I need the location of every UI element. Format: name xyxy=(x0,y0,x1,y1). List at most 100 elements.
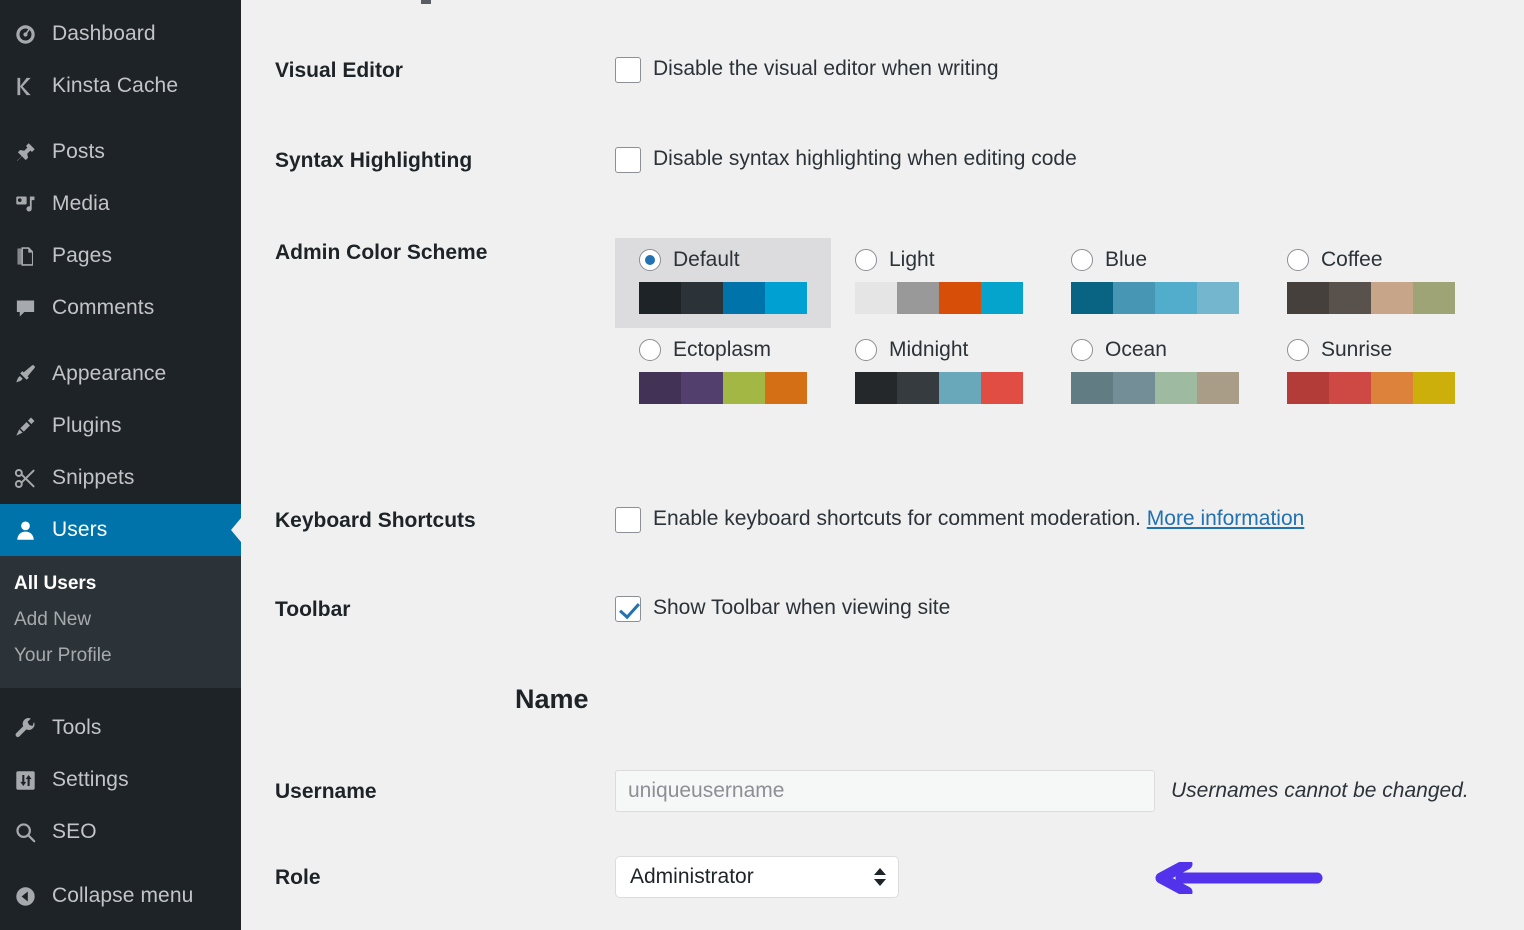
color-scheme-swatches xyxy=(1071,282,1239,314)
plug-icon xyxy=(12,413,38,439)
collapse-arrow-icon xyxy=(12,883,38,909)
color-scheme-name: Coffee xyxy=(1321,248,1383,271)
color-scheme-radio-midnight[interactable] xyxy=(855,339,877,361)
color-scheme-ocean[interactable]: Ocean xyxy=(1047,328,1263,418)
search-icon xyxy=(12,819,38,845)
color-scheme-header: Blue xyxy=(1071,248,1263,272)
color-scheme-radio-coffee[interactable] xyxy=(1287,249,1309,271)
keyboard-shortcuts-checkbox[interactable] xyxy=(615,507,641,533)
role-select-wrapper: Administrator xyxy=(615,856,899,898)
sidebar-item-pages[interactable]: Pages xyxy=(0,230,241,282)
color-scheme-header: Coffee xyxy=(1287,248,1479,272)
sidebar-item-label: Posts xyxy=(52,140,106,163)
keyboard-shortcuts-text: Enable keyboard shortcuts for comment mo… xyxy=(653,507,1141,530)
sidebar-item-kinsta-cache[interactable]: Kinsta Cache xyxy=(0,60,241,112)
sidebar-item-settings[interactable]: Settings xyxy=(0,754,241,806)
color-scheme-swatches xyxy=(855,372,1023,404)
role-label: Role xyxy=(275,866,321,889)
color-scheme-radio-sunrise[interactable] xyxy=(1287,339,1309,361)
row-admin-color-scheme: Admin Color Scheme Default Light Blue Coffe… xyxy=(275,238,1504,418)
sidebar-item-label: Kinsta Cache xyxy=(52,74,179,97)
color-scheme-coffee[interactable]: Coffee xyxy=(1263,238,1479,328)
sidebar-item-label: Users xyxy=(52,518,108,541)
color-scheme-ectoplasm[interactable]: Ectoplasm xyxy=(615,328,831,418)
swatch-4 xyxy=(981,282,1023,314)
toolbar-checkbox-label: Show Toolbar when viewing site xyxy=(653,596,951,619)
sidebar-item-label: Tools xyxy=(52,716,102,739)
sidebar-item-dashboard[interactable]: Dashboard xyxy=(0,8,241,60)
color-scheme-swatches xyxy=(1287,372,1455,404)
sidebar-item-label: Plugins xyxy=(52,414,122,437)
swatch-2 xyxy=(897,282,939,314)
sidebar-item-label: Dashboard xyxy=(52,22,156,45)
sidebar-item-users[interactable]: Users xyxy=(0,504,241,556)
username-help-text: Usernames cannot be changed. xyxy=(1171,779,1469,802)
sidebar-item-collapse-menu[interactable]: Collapse menu xyxy=(0,870,241,922)
role-select[interactable]: Administrator xyxy=(615,856,899,898)
color-scheme-header: Light xyxy=(855,248,1047,272)
color-scheme-radio-ectoplasm[interactable] xyxy=(639,339,661,361)
swatch-4 xyxy=(981,372,1023,404)
username-input[interactable] xyxy=(615,770,1155,812)
color-scheme-radio-default[interactable] xyxy=(639,249,661,271)
visual-editor-checkbox[interactable] xyxy=(615,57,641,83)
color-scheme-header: Ectoplasm xyxy=(639,338,831,362)
paintbrush-icon xyxy=(12,361,38,387)
color-scheme-blue[interactable]: Blue xyxy=(1047,238,1263,328)
color-scheme-default[interactable]: Default xyxy=(615,238,831,328)
submenu-item-add-new[interactable]: Add New xyxy=(0,602,241,638)
sidebar-item-media[interactable]: Media xyxy=(0,178,241,230)
sidebar-item-tools[interactable]: Tools xyxy=(0,702,241,754)
swatch-4 xyxy=(1413,282,1455,314)
comments-icon xyxy=(12,295,38,321)
sidebar-item-appearance[interactable]: Appearance xyxy=(0,348,241,400)
swatch-4 xyxy=(765,282,807,314)
visual-editor-checkbox-label: Disable the visual editor when writing xyxy=(653,57,999,80)
color-scheme-radio-blue[interactable] xyxy=(1071,249,1093,271)
users-submenu: All Users Add New Your Profile xyxy=(0,556,241,688)
row-toolbar: Toolbar Show Toolbar when viewing site xyxy=(275,595,1504,622)
swatch-1 xyxy=(855,282,897,314)
swatch-1 xyxy=(1071,282,1113,314)
row-syntax-highlighting: Syntax Highlighting Disable syntax highl… xyxy=(275,146,1504,173)
admin-color-scheme-label: Admin Color Scheme xyxy=(275,241,488,264)
row-username: Username Usernames cannot be changed. xyxy=(275,770,1504,812)
row-keyboard-shortcuts: Keyboard Shortcuts Enable keyboard short… xyxy=(275,506,1504,533)
swatch-4 xyxy=(1197,372,1239,404)
color-scheme-light[interactable]: Light xyxy=(831,238,1047,328)
row-visual-editor: Visual Editor Disable the visual editor … xyxy=(275,56,1504,83)
color-scheme-swatches xyxy=(639,372,807,404)
sidebar-item-seo[interactable]: SEO xyxy=(0,806,241,858)
color-scheme-midnight[interactable]: Midnight xyxy=(831,328,1047,418)
submenu-item-all-users[interactable]: All Users xyxy=(0,566,241,602)
sidebar-item-posts[interactable]: Posts xyxy=(0,126,241,178)
sidebar-item-label: Appearance xyxy=(52,362,167,385)
color-scheme-swatches xyxy=(855,282,1023,314)
sidebar-item-snippets[interactable]: Snippets xyxy=(0,452,241,504)
swatch-1 xyxy=(1071,372,1113,404)
color-scheme-radio-light[interactable] xyxy=(855,249,877,271)
syntax-highlighting-checkbox[interactable] xyxy=(615,147,641,173)
pin-icon xyxy=(12,139,38,165)
swatch-3 xyxy=(1155,372,1197,404)
swatch-3 xyxy=(1371,372,1413,404)
swatch-2 xyxy=(1113,372,1155,404)
swatch-3 xyxy=(1155,282,1197,314)
color-scheme-name: Blue xyxy=(1105,248,1148,271)
color-scheme-swatches xyxy=(1287,282,1455,314)
toolbar-checkbox[interactable] xyxy=(615,596,641,622)
swatch-2 xyxy=(681,282,723,314)
swatch-2 xyxy=(681,372,723,404)
color-scheme-name: Light xyxy=(889,248,935,271)
more-information-link[interactable]: More information xyxy=(1147,507,1305,530)
color-scheme-sunrise[interactable]: Sunrise xyxy=(1263,328,1479,418)
submenu-item-your-profile[interactable]: Your Profile xyxy=(0,638,241,674)
scissors-icon xyxy=(12,465,38,491)
profile-settings-content: Visual Editor Disable the visual editor … xyxy=(241,0,1524,930)
swatch-3 xyxy=(723,372,765,404)
color-scheme-radio-ocean[interactable] xyxy=(1071,339,1093,361)
sidebar-item-comments[interactable]: Comments xyxy=(0,282,241,334)
sidebar-item-plugins[interactable]: Plugins xyxy=(0,400,241,452)
swatch-3 xyxy=(939,372,981,404)
name-section-heading: Name xyxy=(515,684,589,714)
